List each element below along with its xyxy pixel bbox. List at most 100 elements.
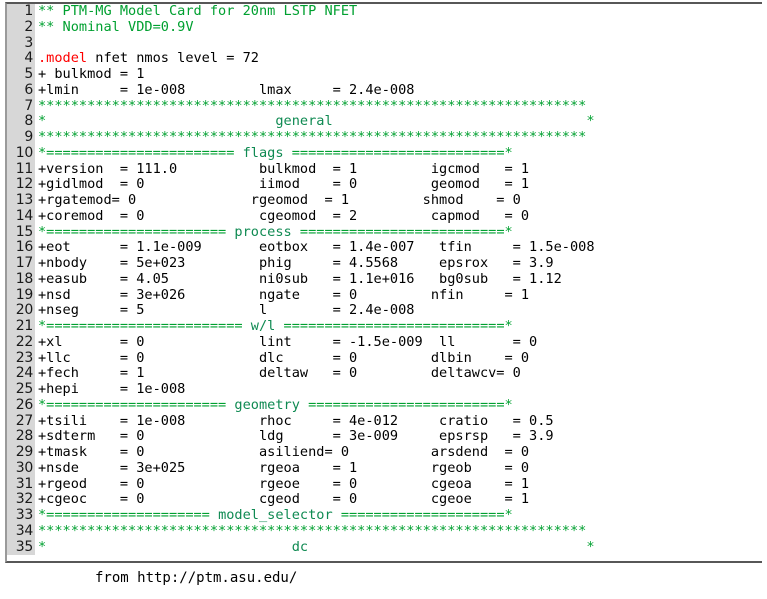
- code-token: +coremod = 0 cgeomod = 2 capmod = 0: [38, 208, 530, 224]
- code-line-text[interactable]: +rgatemod= 0 rgeomod = 1 shmod = 0: [35, 193, 762, 209]
- code-line[interactable]: 34 **************************************…: [7, 523, 762, 540]
- line-number: 19: [7, 287, 35, 304]
- code-line[interactable]: 17 +nbody = 5e+023 phig = 4.5568 epsrox =…: [7, 255, 762, 272]
- code-line[interactable]: 3: [7, 35, 762, 52]
- code-line[interactable]: 18 +easub = 4.05 ni0sub = 1.1e+016 bg0sub…: [7, 271, 762, 288]
- code-line[interactable]: 27 +tsili = 1e-008 rhoc = 4e-012 cratio =…: [7, 413, 762, 430]
- code-line-text[interactable]: ****************************************…: [35, 99, 762, 115]
- line-number: 1: [7, 4, 35, 20]
- code-line[interactable]: 33 *==================== model_selector =…: [7, 507, 762, 524]
- code-line[interactable]: 16 +eot = 1.1e-009 eotbox = 1.4e-007 tfin…: [7, 239, 762, 256]
- code-line-text[interactable]: ****************************************…: [35, 130, 762, 146]
- code-line-text[interactable]: +llc = 0 dlc = 0 dlbin = 0: [35, 351, 762, 367]
- code-token: general: [275, 114, 333, 130]
- code-token: *========================: [38, 319, 251, 334]
- code-line-text[interactable]: *==================== model_selector ===…: [35, 508, 762, 524]
- code-line-text[interactable]: +easub = 4.05 ni0sub = 1.1e+016 bg0sub =…: [35, 272, 762, 288]
- code-token: ==========================*: [283, 145, 513, 161]
- code-line[interactable]: 2 ** Nominal VDD=0.9V: [7, 19, 762, 36]
- code-line[interactable]: 29 +tmask = 0 asiliend= 0 arsdend = 0: [7, 444, 762, 461]
- code-token: +easub = 4.05 ni0sub = 1.1e+016 bg0sub =…: [38, 271, 562, 287]
- code-line[interactable]: 8 * general *: [7, 113, 762, 130]
- code-line[interactable]: 19 +nsd = 3e+026 ngate = 0 nfin = 1: [7, 287, 762, 304]
- code-line-text[interactable]: +version = 111.0 bulkmod = 1 igcmod = 1: [35, 162, 762, 178]
- code-line-text[interactable]: +rgeod = 0 rgeoe = 0 cgeoa = 1: [35, 477, 762, 493]
- code-line[interactable]: 28 +sdterm = 0 ldg = 3e-009 epsrsp = 3.9: [7, 428, 762, 445]
- code-line-text[interactable]: +xl = 0 lint = -1.5e-009 ll = 0: [35, 335, 762, 351]
- code-line-text[interactable]: +hepi = 1e-008: [35, 382, 762, 398]
- line-number: 13: [7, 192, 35, 209]
- code-line-text[interactable]: +tmask = 0 asiliend= 0 arsdend = 0: [35, 445, 762, 461]
- code-line-text[interactable]: +tsili = 1e-008 rhoc = 4e-012 cratio = 0…: [35, 414, 762, 430]
- code-line[interactable]: 11 +version = 111.0 bulkmod = 1 igcmod = …: [7, 161, 762, 178]
- line-number: 20: [7, 302, 35, 319]
- code-line[interactable]: 7 ***************************************…: [7, 98, 762, 115]
- code-line[interactable]: 21 *======================== w/l ========…: [7, 318, 762, 335]
- code-token: + bulkmod = 1: [38, 67, 145, 82]
- code-line[interactable]: 5 + bulkmod = 1: [7, 66, 762, 83]
- code-line-text[interactable]: ** Nominal VDD=0.9V: [35, 20, 762, 36]
- code-editor-area[interactable]: 1 ** PTM-MG Model Card for 20nm LSTP NFET…: [7, 4, 762, 561]
- code-line[interactable]: 15 *====================== process ======…: [7, 224, 762, 241]
- code-line-text[interactable]: *======================== w/l ==========…: [35, 319, 762, 335]
- code-token: w/l: [250, 319, 276, 334]
- code-line[interactable]: 4 .model nfet nmos level = 72: [7, 50, 762, 67]
- code-line-text[interactable]: *======================= flags =========…: [35, 146, 762, 162]
- code-line-text[interactable]: *====================== process ========…: [35, 225, 762, 241]
- code-line-text[interactable]: +sdterm = 0 ldg = 3e-009 epsrsp = 3.9: [35, 429, 762, 445]
- code-line-text[interactable]: +eot = 1.1e-009 eotbox = 1.4e-007 tfin =…: [35, 240, 762, 256]
- code-token: model_selector: [218, 508, 333, 523]
- code-line[interactable]: 26 *====================== geometry =====…: [7, 397, 762, 414]
- code-line-text[interactable]: +nbody = 5e+023 phig = 4.5568 epsrox = 3…: [35, 256, 762, 272]
- code-token: nfet nmos level = 72: [87, 51, 259, 67]
- code-line[interactable]: 32 +cgeoc = 0 cgeod = 0 cgeoe = 1: [7, 491, 762, 508]
- code-line-text[interactable]: *====================== geometry =======…: [35, 398, 762, 414]
- code-line-text[interactable]: +gidlmod = 0 iimod = 0 geomod = 1: [35, 177, 762, 193]
- code-line[interactable]: 1 ** PTM-MG Model Card for 20nm LSTP NFET: [7, 4, 762, 20]
- code-line-text[interactable]: +cgeoc = 0 cgeod = 0 cgeoe = 1: [35, 492, 762, 508]
- code-line[interactable]: 25 +hepi = 1e-008: [7, 381, 762, 398]
- code-line[interactable]: 13 +rgatemod= 0 rgeomod = 1 shmod = 0: [7, 192, 762, 209]
- code-line[interactable]: 35 * dc *: [7, 539, 762, 556]
- code-line-text[interactable]: +nseg = 5 l = 2.4e-008: [35, 303, 762, 319]
- code-line-text[interactable]: +lmin = 1e-008 lmax = 2.4e-008: [35, 83, 762, 99]
- code-line[interactable]: 6 +lmin = 1e-008 lmax = 2.4e-008: [7, 82, 762, 99]
- code-line-text[interactable]: +nsde = 3e+025 rgeoa = 1 rgeob = 0: [35, 461, 762, 477]
- line-number: 30: [7, 460, 35, 477]
- code-line-text[interactable]: +coremod = 0 cgeomod = 2 capmod = 0: [35, 209, 762, 225]
- code-line-text[interactable]: +nsd = 3e+026 ngate = 0 nfin = 1: [35, 288, 762, 304]
- code-line-text[interactable]: ** PTM-MG Model Card for 20nm LSTP NFET: [35, 4, 762, 20]
- figure-caption: from http://ptm.asu.edu/: [95, 570, 298, 586]
- code-line[interactable]: 23 +llc = 0 dlc = 0 dlbin = 0: [7, 350, 762, 367]
- code-line-text[interactable]: +fech = 1 deltaw = 0 deltawcv= 0: [35, 366, 762, 382]
- line-number: 23: [7, 350, 35, 367]
- code-line[interactable]: 12 +gidlmod = 0 iimod = 0 geomod = 1: [7, 176, 762, 193]
- code-line[interactable]: 30 +nsde = 3e+025 rgeoa = 1 rgeob = 0: [7, 460, 762, 477]
- code-token: +nsde = 3e+025 rgeoa = 1 rgeob = 0: [38, 460, 530, 476]
- code-token: +nbody = 5e+023 phig = 4.5568 epsrox = 3…: [38, 256, 554, 271]
- code-token: ===========================*: [275, 319, 513, 334]
- code-token: *: [586, 114, 595, 130]
- line-number: 9: [7, 129, 35, 146]
- code-line-text[interactable]: * general *: [35, 114, 762, 130]
- code-line[interactable]: 24 +fech = 1 deltaw = 0 deltawcv= 0: [7, 365, 762, 382]
- code-line-text[interactable]: [35, 36, 762, 52]
- code-line[interactable]: 22 +xl = 0 lint = -1.5e-009 ll = 0: [7, 334, 762, 351]
- code-token: +lmin = 1e-008 lmax = 2.4e-008: [38, 82, 415, 98]
- code-token: ====================*: [332, 508, 513, 523]
- line-number: 25: [7, 381, 35, 398]
- code-line[interactable]: 10 *======================= flags =======…: [7, 145, 762, 162]
- code-line[interactable]: 20 +nseg = 5 l = 2.4e-008: [7, 302, 762, 319]
- code-line-text[interactable]: * dc *: [35, 540, 762, 556]
- code-line-text[interactable]: + bulkmod = 1: [35, 67, 762, 83]
- line-number: 15: [7, 224, 35, 241]
- code-token: +llc = 0 dlc = 0 dlbin = 0: [38, 350, 530, 366]
- code-line-text[interactable]: ****************************************…: [35, 524, 762, 540]
- code-line-text[interactable]: .model nfet nmos level = 72: [35, 51, 762, 67]
- code-line[interactable]: 31 +rgeod = 0 rgeoe = 0 cgeoa = 1: [7, 476, 762, 493]
- code-line[interactable]: 14 +coremod = 0 cgeomod = 2 capmod = 0: [7, 208, 762, 225]
- code-token: *====================: [38, 508, 219, 523]
- code-line[interactable]: 9 ***************************************…: [7, 129, 762, 146]
